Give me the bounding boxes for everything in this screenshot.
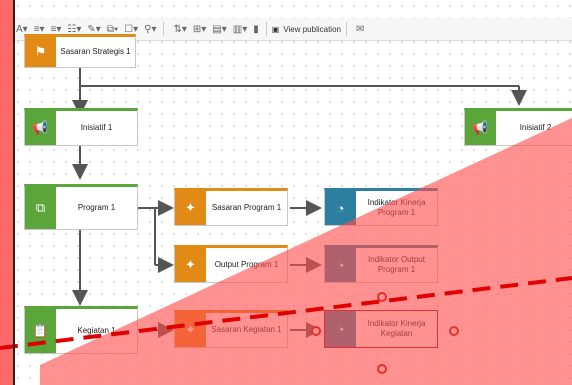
node-label: Sasaran Kegiatan 1 <box>211 325 282 334</box>
node-label: Indikator Kinerja Kegiatan <box>367 319 426 338</box>
distribute-icon[interactable]: ⊞▾ <box>193 24 206 35</box>
edit-icon[interactable]: ✎▾ <box>87 24 100 35</box>
publication-icon: ▣ <box>271 24 280 34</box>
node-label: Indikator Kinerja Program 1 <box>367 198 426 217</box>
selection-handle[interactable] <box>377 364 387 374</box>
copy-icon[interactable]: ⧉▾ <box>107 24 118 35</box>
toolbar-separator <box>163 22 165 36</box>
toolbar-separator <box>265 22 267 36</box>
align-left-icon[interactable]: ≡▾ <box>34 24 45 35</box>
comments-icon[interactable]: ✉ <box>356 24 364 35</box>
node-label: Inisiatif 1 <box>80 123 113 132</box>
grid-icon[interactable]: ☷▾ <box>67 24 81 35</box>
node-label: Kegiatan 1 <box>77 326 116 335</box>
text-color-icon[interactable]: A▾ <box>16 24 28 35</box>
node-label: Inisiatif 2 <box>519 123 552 132</box>
megaphone-icon: 📢 <box>25 111 56 145</box>
node-inisiatif-2[interactable]: 📢 Inisiatif 2 <box>464 108 572 146</box>
node-label: Sasaran Program 1 <box>211 203 282 212</box>
target-icon: ✦ <box>175 191 206 225</box>
target-icon: ✦ <box>175 248 206 282</box>
node-sasaran-strategis[interactable]: ⚑ Sasaran Strategis 1 <box>24 34 136 68</box>
gauge-icon: ◔ <box>325 248 356 282</box>
node-kegiatan[interactable]: 📋 Kegiatan 1 <box>24 306 138 354</box>
target-icon: ✦ <box>175 313 206 347</box>
node-sasaran-kegiatan[interactable]: ✦ Sasaran Kegiatan 1 <box>174 310 288 348</box>
node-output-program[interactable]: ✦ Output Program 1 <box>174 245 288 283</box>
view-publication-button[interactable]: ▣ View publication <box>272 25 341 34</box>
clipboard-icon: 📋 <box>25 309 56 353</box>
node-program-1[interactable]: ⧉ Program 1 <box>24 184 138 230</box>
stack-clock-icon: ⧉ <box>25 187 56 229</box>
size-icon[interactable]: ▥▾ <box>233 24 247 35</box>
align-center-icon[interactable]: ≡▾ <box>51 24 62 35</box>
flag-icon: ⚑ <box>25 37 56 67</box>
left-panel-edge <box>0 0 15 385</box>
node-label: Output Program 1 <box>214 260 279 269</box>
comment-icon[interactable]: ☐▾ <box>124 24 138 35</box>
selection-handle[interactable] <box>311 326 321 336</box>
node-indikator-kinerja-kegiatan[interactable]: ◔ Indikator Kinerja Kegiatan <box>324 310 438 348</box>
view-publication-label: View publication <box>283 24 341 34</box>
node-indikator-kinerja-program[interactable]: ◔ Indikator Kinerja Program 1 <box>324 188 438 226</box>
node-label: Sasaran Strategis 1 <box>60 47 131 56</box>
toolbar-separator <box>345 22 347 36</box>
node-label: Indikator Output Program 1 <box>368 255 425 274</box>
layout-icon[interactable]: ⇅▾ <box>173 24 186 35</box>
node-sasaran-program[interactable]: ✦ Sasaran Program 1 <box>174 188 288 226</box>
megaphone-icon: 📢 <box>465 111 496 145</box>
arrange-icon[interactable]: ▤▾ <box>212 24 226 35</box>
node-indikator-output-program[interactable]: ◔ Indikator Output Program 1 <box>324 245 438 283</box>
selection-handle[interactable] <box>377 292 387 302</box>
selection-handle[interactable] <box>449 326 459 336</box>
node-inisiatif-1[interactable]: 📢 Inisiatif 1 <box>24 108 138 146</box>
node-label: Program 1 <box>77 203 116 212</box>
gauge-icon: ◔ <box>325 311 356 347</box>
gauge-icon: ◔ <box>325 191 356 225</box>
lock-icon[interactable]: ▮ <box>253 24 259 35</box>
link-icon[interactable]: ⚲▾ <box>144 24 156 35</box>
